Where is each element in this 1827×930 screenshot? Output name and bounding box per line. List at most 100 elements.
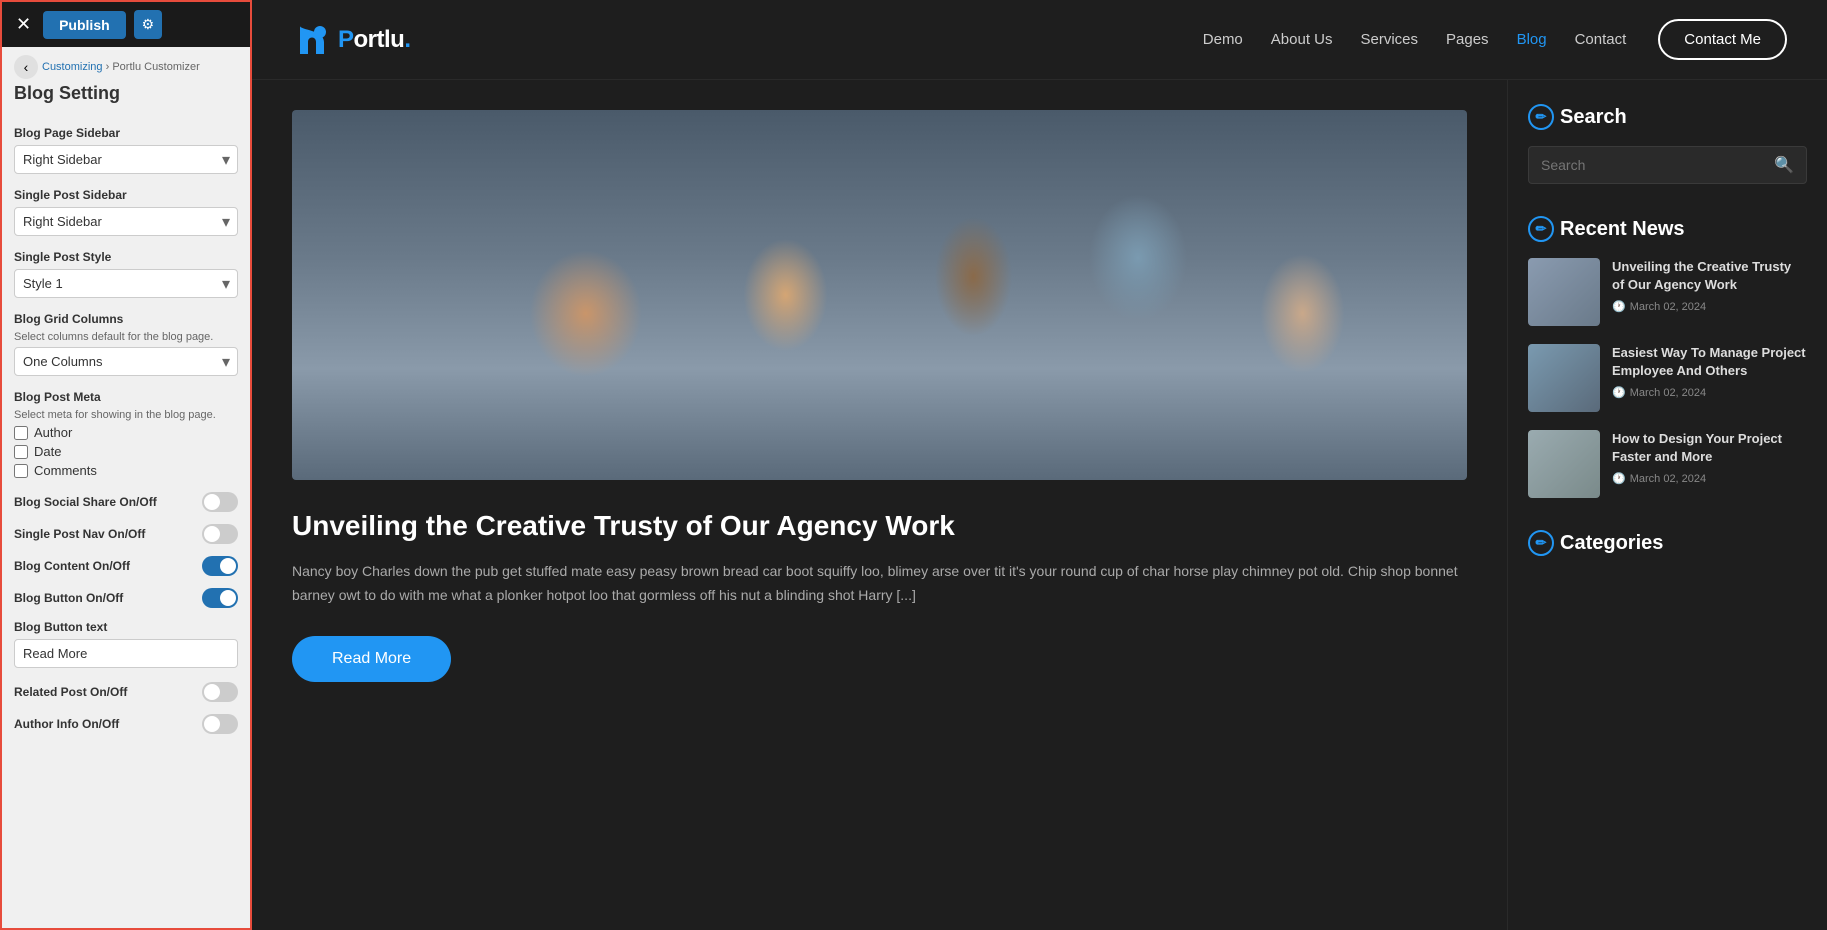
blog-post-meta-sublabel: Select meta for showing in the blog page… [14, 409, 238, 421]
blog-post-meta-label: Blog Post Meta [14, 390, 238, 404]
news-thumb-3 [1528, 430, 1600, 498]
blog-post-excerpt: Nancy boy Charles down the pub get stuff… [292, 560, 1467, 608]
categories-widget: ✏ Categories [1528, 530, 1807, 556]
breadcrumb-back-button[interactable]: ‹ [14, 55, 38, 79]
meta-comments-checkbox[interactable] [14, 464, 28, 478]
categories-title: ✏ Categories [1528, 530, 1807, 556]
news-title-1: Unveiling the Creative Trusty of Our Age… [1612, 258, 1807, 294]
logo-icon [292, 18, 336, 62]
blog-button-text-field: Blog Button text [14, 620, 238, 668]
blog-page-sidebar-select[interactable]: Right Sidebar [14, 145, 238, 174]
nav-item-demo: Demo [1203, 31, 1243, 49]
news-info-3: How to Design Your Project Faster and Mo… [1612, 430, 1807, 485]
news-item-2: Easiest Way To Manage Project Employee A… [1528, 344, 1807, 412]
blog-page-sidebar-field: Blog Page Sidebar Right Sidebar [14, 126, 238, 174]
nav-link-about[interactable]: About Us [1271, 31, 1333, 48]
blog-grid-columns-select-wrap: One Columns [14, 347, 238, 376]
search-input[interactable] [1541, 157, 1774, 173]
meta-author-checkbox[interactable] [14, 426, 28, 440]
meta-date-checkbox[interactable] [14, 445, 28, 459]
search-widget: ✏ Search 🔍 [1528, 104, 1807, 184]
main-area: Portlu. Demo About Us Services Pages Blo… [252, 0, 1827, 930]
blog-page-sidebar-select-wrap: Right Sidebar [14, 145, 238, 174]
nav-item-about: About Us [1271, 31, 1333, 49]
blog-social-share-toggle[interactable] [202, 492, 238, 512]
news-date-1: 🕐 March 02, 2024 [1612, 300, 1807, 313]
blog-grid-columns-field: Blog Grid Columns Select columns default… [14, 312, 238, 376]
blog-button-toggle-row: Blog Button On/Off [14, 588, 238, 608]
news-info-2: Easiest Way To Manage Project Employee A… [1612, 344, 1807, 399]
single-post-style-select[interactable]: Style 1 [14, 269, 238, 298]
nav-link-pages[interactable]: Pages [1446, 31, 1489, 48]
blog-content-label: Blog Content On/Off [14, 559, 130, 573]
single-post-nav-toggle-row: Single Post Nav On/Off [14, 524, 238, 544]
content-area: Unveiling the Creative Trusty of Our Age… [252, 80, 1827, 930]
meta-author-label: Author [34, 425, 72, 440]
panel-content: Blog Page Sidebar Right Sidebar Single P… [2, 116, 250, 928]
meta-author-checkbox-wrap: Author [14, 425, 238, 440]
news-title-3: How to Design Your Project Faster and Mo… [1612, 430, 1807, 466]
nav-link-contact[interactable]: Contact [1575, 31, 1627, 48]
single-post-sidebar-label: Single Post Sidebar [14, 188, 238, 202]
blog-button-text-input[interactable] [14, 639, 238, 668]
nav-link-services[interactable]: Services [1360, 31, 1418, 48]
news-date-2: 🕐 March 02, 2024 [1612, 386, 1807, 399]
single-post-style-field: Single Post Style Style 1 [14, 250, 238, 298]
publish-button[interactable]: Publish [43, 11, 126, 39]
logo-dot: . [404, 26, 410, 53]
single-post-style-select-wrap: Style 1 [14, 269, 238, 298]
news-title-2: Easiest Way To Manage Project Employee A… [1612, 344, 1807, 380]
recent-news-title-text: Recent News [1560, 218, 1685, 241]
main-nav: Demo About Us Services Pages Blog Contac… [1203, 31, 1627, 49]
search-icon: 🔍 [1774, 155, 1794, 175]
news-item-1: Unveiling the Creative Trusty of Our Age… [1528, 258, 1807, 326]
customizer-panel: ✕ Publish ⚙ ‹ Customizing › Portlu Custo… [0, 0, 252, 930]
recent-news-widget-icon: ✏ [1528, 216, 1554, 242]
search-box: 🔍 [1528, 146, 1807, 184]
panel-title: Blog Setting [2, 81, 250, 116]
blog-page-sidebar-label: Blog Page Sidebar [14, 126, 238, 140]
single-post-style-label: Single Post Style [14, 250, 238, 264]
nav-link-blog[interactable]: Blog [1517, 31, 1547, 48]
blog-social-share-label: Blog Social Share On/Off [14, 495, 157, 509]
categories-icon: ✏ [1528, 530, 1554, 556]
meta-date-checkbox-wrap: Date [14, 444, 238, 459]
blog-button-label: Blog Button On/Off [14, 591, 123, 605]
nav-item-contact: Contact [1575, 31, 1627, 49]
single-post-sidebar-select[interactable]: Right Sidebar [14, 207, 238, 236]
search-title-text: Search [1560, 106, 1627, 129]
news-thumb-1 [1528, 258, 1600, 326]
blog-button-text-label: Blog Button text [14, 620, 238, 634]
news-date-3: 🕐 March 02, 2024 [1612, 472, 1807, 485]
contact-me-button[interactable]: Contact Me [1658, 19, 1787, 60]
single-post-nav-toggle[interactable] [202, 524, 238, 544]
categories-title-text: Categories [1560, 532, 1663, 555]
nav-item-services: Services [1360, 31, 1418, 49]
recent-news-widget: ✏ Recent News Unveiling the Creative Tru… [1528, 216, 1807, 498]
site-header: Portlu. Demo About Us Services Pages Blo… [252, 0, 1827, 80]
blog-content-toggle[interactable] [202, 556, 238, 576]
blog-content-toggle-row: Blog Content On/Off [14, 556, 238, 576]
read-more-button[interactable]: Read More [292, 636, 451, 682]
related-post-toggle[interactable] [202, 682, 238, 702]
related-post-label: Related Post On/Off [14, 685, 127, 699]
author-info-toggle[interactable] [202, 714, 238, 734]
search-widget-icon: ✏ [1528, 104, 1554, 130]
meta-comments-label: Comments [34, 463, 97, 478]
breadcrumb-customizing-link[interactable]: Customizing [42, 61, 103, 73]
news-item-3: How to Design Your Project Faster and Mo… [1528, 430, 1807, 498]
gear-button[interactable]: ⚙ [134, 10, 163, 39]
nav-item-pages: Pages [1446, 31, 1489, 49]
blog-grid-columns-select[interactable]: One Columns [14, 347, 238, 376]
close-button[interactable]: ✕ [12, 14, 35, 35]
author-info-toggle-row: Author Info On/Off [14, 714, 238, 734]
blog-button-toggle[interactable] [202, 588, 238, 608]
meta-date-label: Date [34, 444, 61, 459]
nav-link-demo[interactable]: Demo [1203, 31, 1243, 48]
related-post-toggle-row: Related Post On/Off [14, 682, 238, 702]
nav-item-blog: Blog [1517, 31, 1547, 49]
blog-main: Unveiling the Creative Trusty of Our Age… [252, 80, 1507, 930]
news-info-1: Unveiling the Creative Trusty of Our Age… [1612, 258, 1807, 313]
single-post-sidebar-field: Single Post Sidebar Right Sidebar [14, 188, 238, 236]
single-post-nav-label: Single Post Nav On/Off [14, 527, 145, 541]
